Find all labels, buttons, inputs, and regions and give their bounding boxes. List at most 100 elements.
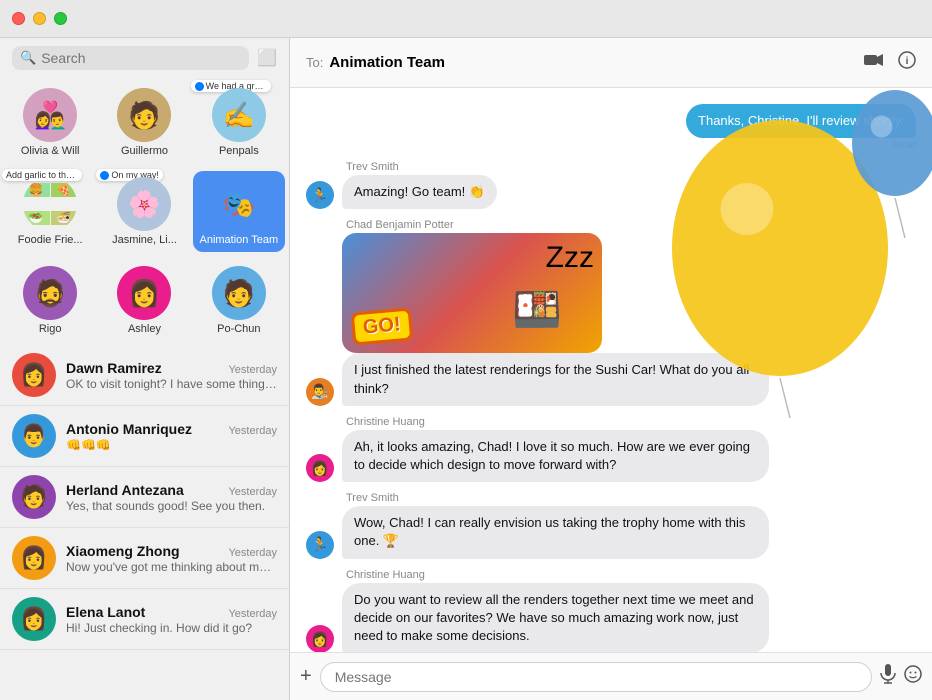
chat-header: To: Animation Team i: [290, 38, 932, 88]
message-bubble-m1: Thanks, Christine. I'll review shortly.: [686, 104, 916, 138]
pinned-label-rigo: Rigo: [39, 323, 62, 335]
pinned-avatar-jasmine: 🌸: [117, 177, 171, 231]
close-button[interactable]: [12, 12, 25, 25]
message-row-m5: 🏃 Trev Smith Wow, Chad! I can really env…: [306, 492, 916, 558]
search-icon: 🔍: [20, 50, 36, 66]
conv-item-xiaomeng[interactable]: 👩 Xiaomeng Zhong Yesterday Now you've go…: [0, 528, 289, 589]
conv-avatar-xiaomeng: 👩: [12, 536, 56, 580]
chat-header-icons: i: [864, 51, 916, 74]
conv-time-elena: Yesterday: [228, 608, 277, 620]
pinned-item-olivia-will[interactable]: 👩‍❤️‍👨 Olivia & Will: [4, 82, 96, 163]
maximize-button[interactable]: [54, 12, 67, 25]
pinned-label-guillermo: Guillermo: [121, 145, 168, 157]
chat-title: Animation Team: [329, 54, 445, 71]
pinned-section-row1: 👩‍❤️‍👨 Olivia & Will 🧑 Guillermo We had …: [0, 78, 289, 167]
media-bubble-m3: GO! Zzz 🍱: [342, 233, 602, 353]
input-bar: +: [290, 652, 932, 700]
add-icon: +: [300, 665, 312, 687]
media-image-m3: GO! Zzz 🍱: [342, 233, 602, 353]
traffic-lights: [12, 12, 67, 25]
audio-button[interactable]: [880, 664, 896, 689]
conv-preview-herland: Yes, that sounds good! See you then.: [66, 499, 277, 513]
pinned-avatar-animation-team: 🎭: [212, 177, 266, 231]
sender-name-m6: Christine Huang: [342, 569, 769, 581]
conv-preview-dawn: OK to visit tonight? I have some things …: [66, 377, 277, 391]
pinned-item-rigo[interactable]: 🧔 Rigo: [4, 260, 96, 341]
message-column-m6: Christine Huang Do you want to review al…: [342, 569, 769, 653]
msg-avatar-m4: 👩: [306, 454, 334, 482]
add-attachment-button[interactable]: +: [300, 665, 312, 688]
pinned-section-row3: 🧔 Rigo 👩 Ashley 🧑 Po-Chun: [0, 256, 289, 345]
conv-content-dawn: Dawn Ramirez Yesterday OK to visit tonig…: [66, 360, 277, 391]
minimize-button[interactable]: [33, 12, 46, 25]
compose-icon: ⬜: [257, 50, 277, 67]
msg-avatar-m3: 👨‍🎨: [306, 378, 334, 406]
message-bubble-m3: I just finished the latest renderings fo…: [342, 353, 769, 405]
pinned-item-animation-team[interactable]: 🎭 Animation Team: [193, 171, 285, 252]
message-column-m3: Chad Benjamin Potter GO! Zzz 🍱 I just fi…: [342, 219, 769, 405]
app-container: 🔍 ⬜ 👩‍❤️‍👨 Olivia & Will 🧑 Guillermo We …: [0, 38, 932, 700]
search-input[interactable]: [41, 50, 241, 66]
info-button[interactable]: i: [898, 51, 916, 74]
pinned-item-jasmine[interactable]: On my way! 🌸 Jasmine, Li...: [98, 171, 190, 252]
pinned-avatar-po-chun: 🧑: [212, 266, 266, 320]
search-bar[interactable]: 🔍: [12, 46, 249, 70]
conv-preview-elena: Hi! Just checking in. How did it go?: [66, 621, 277, 635]
message-column-m2: Trev Smith Amazing! Go team! 👏: [342, 161, 497, 209]
pinned-label-penpals: Penpals: [219, 145, 259, 157]
pinned-avatar-penpals: ✍️: [212, 88, 266, 142]
message-bubble-m6: Do you want to review all the renders to…: [342, 583, 769, 653]
pinned-section-row2: Add garlic to the butter, and then... 🍔🍕…: [0, 167, 289, 256]
message-bubble-m5: Wow, Chad! I can really envision us taki…: [342, 506, 769, 558]
pinned-item-guillermo[interactable]: 🧑 Guillermo: [98, 82, 190, 163]
conv-item-elena[interactable]: 👩 Elena Lanot Yesterday Hi! Just checkin…: [0, 589, 289, 650]
conv-name-antonio: Antonio Manriquez: [66, 421, 192, 437]
read-receipt-m1: Read: [892, 140, 916, 151]
conv-content-herland: Herland Antezana Yesterday Yes, that sou…: [66, 482, 277, 513]
conv-content-xiaomeng: Xiaomeng Zhong Yesterday Now you've got …: [66, 543, 277, 574]
pinned-item-ashley[interactable]: 👩 Ashley: [98, 260, 190, 341]
message-column-m5: Trev Smith Wow, Chad! I can really envis…: [342, 492, 769, 558]
conv-preview-antonio: 👊👊👊: [66, 438, 277, 452]
message-row-m6: 👩 Christine Huang Do you want to review …: [306, 569, 916, 653]
pinned-avatar-ashley: 👩: [117, 266, 171, 320]
pinned-avatar-rigo: 🧔: [23, 266, 77, 320]
conv-name-herland: Herland Antezana: [66, 482, 184, 498]
chat-to-label: To:: [306, 55, 323, 70]
pinned-item-penpals[interactable]: We had a great time. Home with... ✍️ Pen…: [193, 82, 285, 163]
conv-header-xiaomeng: Xiaomeng Zhong Yesterday: [66, 543, 277, 559]
sender-name-m2: Trev Smith: [342, 161, 497, 173]
message-bubble-m2: Amazing! Go team! 👏: [342, 175, 497, 209]
conv-item-herland[interactable]: 🧑 Herland Antezana Yesterday Yes, that s…: [0, 467, 289, 528]
pinned-avatar-olivia-will: 👩‍❤️‍👨: [23, 88, 77, 142]
conv-name-elena: Elena Lanot: [66, 604, 145, 620]
title-bar: [0, 0, 932, 38]
conv-header-antonio: Antonio Manriquez Yesterday: [66, 421, 277, 437]
pinned-label-jasmine: Jasmine, Li...: [112, 234, 177, 246]
pinned-label-animation-team: Animation Team: [199, 234, 278, 246]
conv-time-herland: Yesterday: [228, 486, 277, 498]
compose-button[interactable]: ⬜: [257, 48, 277, 68]
sidebar-header: 🔍 ⬜: [0, 38, 289, 78]
video-call-button[interactable]: [864, 51, 884, 74]
conv-time-antonio: Yesterday: [228, 425, 277, 437]
conv-header-elena: Elena Lanot Yesterday: [66, 604, 277, 620]
conversation-list: 👩 Dawn Ramirez Yesterday OK to visit ton…: [0, 345, 289, 700]
message-input[interactable]: [320, 662, 872, 692]
msg-avatar-m2: 🏃: [306, 181, 334, 209]
message-column-m4: Christine Huang Ah, it looks amazing, Ch…: [342, 416, 769, 482]
conv-item-dawn[interactable]: 👩 Dawn Ramirez Yesterday OK to visit ton…: [0, 345, 289, 406]
conv-header-herland: Herland Antezana Yesterday: [66, 482, 277, 498]
conv-avatar-elena: 👩: [12, 597, 56, 641]
conv-avatar-dawn: 👩: [12, 353, 56, 397]
pinned-item-po-chun[interactable]: 🧑 Po-Chun: [193, 260, 285, 341]
pinned-avatar-foodie-friends: 🍔🍕🥗🍜: [23, 177, 77, 231]
conv-header-dawn: Dawn Ramirez Yesterday: [66, 360, 277, 376]
go-sticker: GO!: [351, 308, 413, 346]
emoji-button[interactable]: [904, 665, 922, 688]
pinned-item-foodie-friends[interactable]: Add garlic to the butter, and then... 🍔🍕…: [4, 171, 96, 252]
conv-name-dawn: Dawn Ramirez: [66, 360, 162, 376]
conv-time-dawn: Yesterday: [228, 364, 277, 376]
conv-item-antonio[interactable]: 👨 Antonio Manriquez Yesterday 👊👊👊: [0, 406, 289, 467]
message-row-m3: 👨‍🎨 Chad Benjamin Potter GO! Zzz 🍱 I jus…: [306, 219, 916, 405]
